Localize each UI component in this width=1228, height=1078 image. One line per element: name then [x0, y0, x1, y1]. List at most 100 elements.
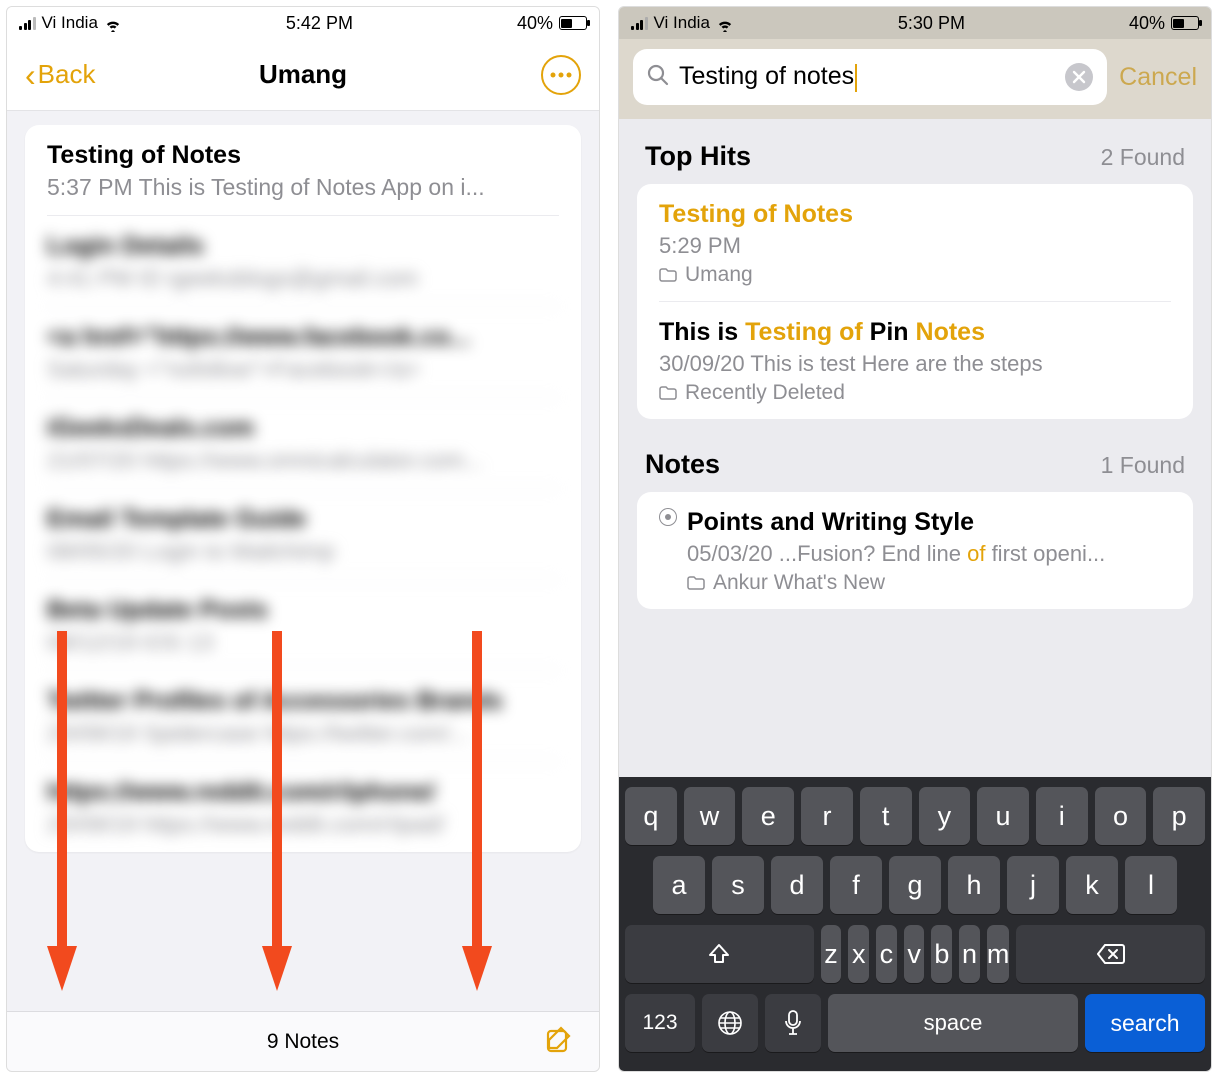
shift-key[interactable]	[625, 925, 814, 983]
result-title: Testing of Notes	[659, 200, 1171, 229]
more-button[interactable]	[541, 55, 581, 95]
note-subtitle: 25/09/19 Spidercase https://twitter.com/…	[47, 720, 559, 747]
bullet-icon	[659, 508, 677, 526]
key-b[interactable]: b	[931, 925, 952, 983]
key-x[interactable]: x	[848, 925, 869, 983]
battery-label: 40%	[517, 13, 553, 34]
carrier-label: Vi India	[654, 13, 710, 33]
key-d[interactable]: d	[771, 856, 823, 914]
folder-icon	[659, 386, 677, 400]
backspace-icon	[1097, 943, 1125, 965]
key-r[interactable]: r	[801, 787, 853, 845]
key-t[interactable]: t	[860, 787, 912, 845]
note-subtitle: Saturday <"nofollow">Facebook</a>	[47, 356, 559, 383]
key-a[interactable]: a	[653, 856, 705, 914]
backspace-key[interactable]	[1016, 925, 1205, 983]
search-key[interactable]: search	[1085, 994, 1205, 1052]
result-subtitle: 05/03/20 ...Fusion? End line of first op…	[687, 541, 1171, 567]
note-row[interactable]: <a href="https://www.facebook.co... Satur…	[47, 307, 559, 398]
shift-icon	[707, 942, 731, 966]
nav-bar: ‹ Back Umang	[7, 39, 599, 111]
note-row[interactable]: Twitter Profiles of Accessories Brands 25…	[47, 671, 559, 762]
note-row[interactable]: Testing of Notes 5:37 PM This is Testing …	[47, 125, 559, 216]
result-folder: Umang	[659, 263, 1171, 287]
key-z[interactable]: z	[821, 925, 842, 983]
note-row[interactable]: Login Details 4:41 PM ID igeeksblogs@gmai…	[47, 216, 559, 307]
key-h[interactable]: h	[948, 856, 1000, 914]
note-row[interactable]: Email Template Guide 08/05/20 Login to Ma…	[47, 489, 559, 580]
key-c[interactable]: c	[876, 925, 897, 983]
result-title: Points and Writing Style	[687, 508, 1171, 537]
mic-icon	[784, 1010, 802, 1036]
screenshot-notes-list: Vi India 5:42 PM 40% ‹ Back Umang Testin…	[6, 6, 600, 1072]
back-button[interactable]: ‹ Back	[25, 59, 95, 91]
note-subtitle: 4:41 PM ID igeeksblogs@gmail.com	[47, 265, 559, 292]
search-query-text: Testing of notes	[679, 62, 1055, 91]
note-row[interactable]: https://www.reddit.com/r/iphone/25/09/19…	[47, 762, 559, 852]
key-v[interactable]: v	[904, 925, 925, 983]
search-result[interactable]: This is Testing of Pin Notes 30/09/20 Th…	[659, 302, 1171, 419]
search-result[interactable]: Points and Writing Style 05/03/20 ...Fus…	[659, 492, 1171, 609]
status-bar: Vi India 5:30 PM 40%	[619, 7, 1211, 39]
key-m[interactable]: m	[987, 925, 1010, 983]
notes-list[interactable]: Testing of Notes 5:37 PM This is Testing …	[7, 111, 599, 1011]
signal-icon	[631, 16, 648, 30]
key-p[interactable]: p	[1153, 787, 1205, 845]
signal-icon	[19, 16, 36, 30]
battery-label: 40%	[1129, 13, 1165, 34]
search-input[interactable]: Testing of notes	[633, 49, 1107, 105]
wifi-icon	[104, 16, 122, 30]
note-subtitle: 08/05/20 Login to Mailchimp	[47, 538, 559, 565]
key-l[interactable]: l	[1125, 856, 1177, 914]
cancel-button[interactable]: Cancel	[1119, 63, 1197, 92]
key-y[interactable]: y	[919, 787, 971, 845]
page-title: Umang	[259, 59, 347, 90]
section-header-notes: Notes 1 Found	[619, 427, 1211, 492]
search-results[interactable]: Top Hits 2 Found Testing of Notes 5:29 P…	[619, 119, 1211, 777]
section-label: Notes	[645, 449, 720, 480]
x-icon	[1072, 70, 1086, 84]
note-title: Testing of Notes	[47, 141, 559, 170]
status-time: 5:42 PM	[286, 13, 353, 34]
note-row[interactable]: iGeeksDeals.com21/07/20 https://www.omni…	[47, 398, 559, 489]
key-k[interactable]: k	[1066, 856, 1118, 914]
globe-icon	[717, 1010, 743, 1036]
keyboard[interactable]: qwertyuiop asdfghjkl zxcvbnm 123 space s…	[619, 777, 1211, 1071]
note-title: iGeeksDeals.com	[47, 414, 559, 443]
key-q[interactable]: q	[625, 787, 677, 845]
key-o[interactable]: o	[1095, 787, 1147, 845]
note-title: <a href="https://www.facebook.co...	[47, 323, 559, 352]
key-g[interactable]: g	[889, 856, 941, 914]
dictation-key[interactable]	[765, 994, 821, 1052]
search-result[interactable]: Testing of Notes 5:29 PM Umang	[659, 184, 1171, 302]
note-subtitle: 5:37 PM This is Testing of Notes App on …	[47, 174, 559, 201]
note-title: Login Details	[47, 232, 559, 261]
key-n[interactable]: n	[959, 925, 980, 983]
note-title: Email Template Guide	[47, 505, 559, 534]
note-title: Beta Update Posts	[47, 596, 559, 625]
note-title: Twitter Profiles of Accessories Brands	[47, 687, 559, 716]
compose-icon	[545, 1024, 575, 1054]
compose-button[interactable]	[545, 1024, 575, 1059]
key-w[interactable]: w	[684, 787, 736, 845]
numbers-key[interactable]: 123	[625, 994, 695, 1052]
key-j[interactable]: j	[1007, 856, 1059, 914]
clear-search-button[interactable]	[1065, 63, 1093, 91]
section-label: Top Hits	[645, 141, 751, 172]
notes-count: 9 Notes	[61, 1030, 545, 1054]
key-s[interactable]: s	[712, 856, 764, 914]
key-e[interactable]: e	[742, 787, 794, 845]
key-i[interactable]: i	[1036, 787, 1088, 845]
wifi-icon	[716, 16, 734, 30]
space-key[interactable]: space	[828, 994, 1078, 1052]
note-row[interactable]: Beta Update Posts08/12/19 iOS 13	[47, 580, 559, 671]
key-f[interactable]: f	[830, 856, 882, 914]
section-count: 2 Found	[1101, 144, 1185, 171]
note-title: https://www.reddit.com/r/iphone/	[47, 778, 559, 807]
status-bar: Vi India 5:42 PM 40%	[7, 7, 599, 39]
key-u[interactable]: u	[977, 787, 1029, 845]
battery-icon	[1171, 16, 1199, 30]
globe-key[interactable]	[702, 994, 758, 1052]
section-header-top-hits: Top Hits 2 Found	[619, 119, 1211, 184]
carrier-label: Vi India	[42, 13, 98, 33]
